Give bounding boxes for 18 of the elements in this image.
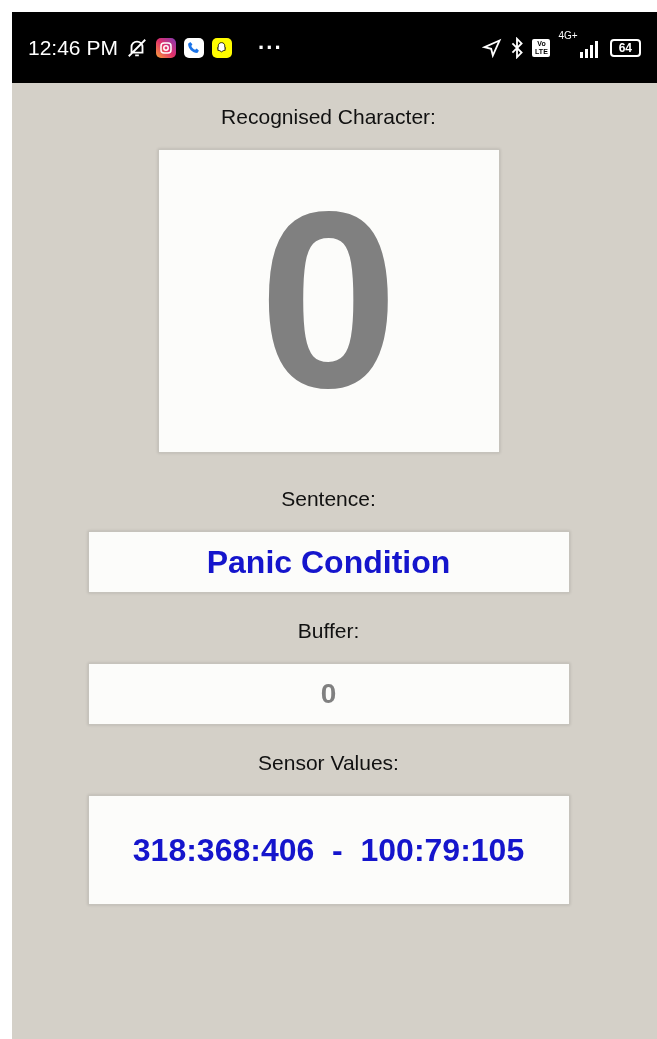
ghost-app-icon	[211, 37, 232, 58]
muted-bell-icon	[125, 36, 148, 59]
sensor-label: Sensor Values:	[258, 751, 399, 775]
sensor-value: 318:368:406 - 100:79:105	[132, 831, 525, 869]
recognised-character: 0	[258, 176, 398, 426]
battery-level: 64	[609, 38, 641, 57]
buffer-value: 0	[320, 678, 337, 710]
location-arrow-icon	[482, 37, 503, 58]
status-time: 12:46 PM	[28, 35, 118, 60]
recognised-label: Recognised Character:	[221, 105, 436, 129]
camera-app-icon	[155, 37, 176, 58]
sentence-value: Panic Condition	[206, 543, 451, 581]
buffer-label: Buffer:	[297, 619, 360, 643]
phone-app-icon	[183, 37, 204, 58]
more-notifications: ···	[257, 34, 283, 61]
bluetooth-icon	[510, 36, 525, 59]
sentence-label: Sentence:	[281, 487, 376, 511]
network-type: 4G+	[558, 30, 578, 41]
